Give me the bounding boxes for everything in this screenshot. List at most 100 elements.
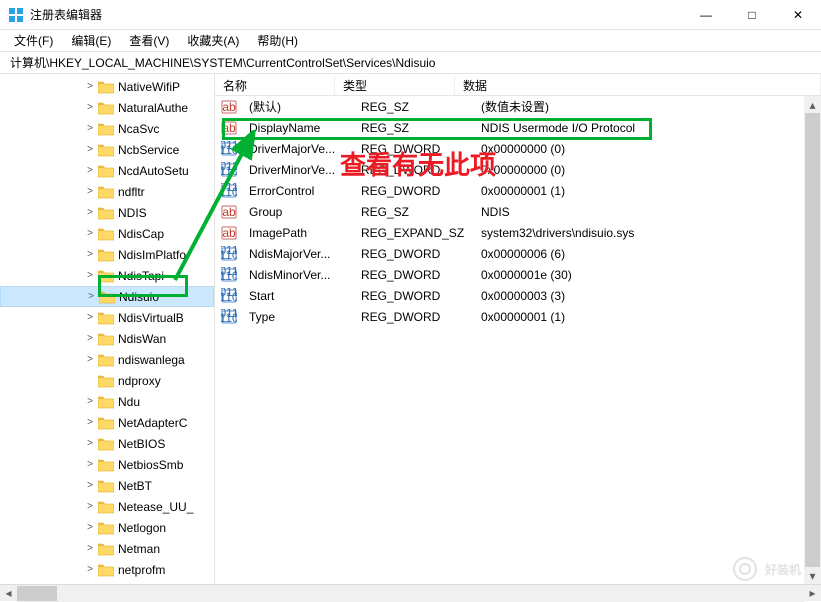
tree-item[interactable]: >Netease_UU_	[0, 496, 214, 517]
tree-item[interactable]: >NetbiosSmb	[0, 454, 214, 475]
tree-item[interactable]: >NetBIOS	[0, 433, 214, 454]
binary-value-icon: 011110	[221, 162, 237, 178]
vertical-scrollbar[interactable]: ▴ ▾	[804, 96, 821, 584]
tree-item[interactable]: >Ndisuio	[0, 286, 214, 307]
folder-icon	[98, 416, 114, 430]
string-value-icon: ab	[221, 225, 237, 241]
menubar: 文件(F) 编辑(E) 查看(V) 收藏夹(A) 帮助(H)	[0, 30, 821, 52]
expand-icon[interactable]: >	[84, 312, 96, 323]
value-row[interactable]: abDisplayNameREG_SZNDIS Usermode I/O Pro…	[215, 117, 821, 138]
value-row[interactable]: ab(默认)REG_SZ(数值未设置)	[215, 96, 821, 117]
tree-item[interactable]: > netprofm	[0, 559, 214, 580]
value-row[interactable]: abGroupREG_SZNDIS	[215, 201, 821, 222]
address-bar[interactable]: 计算机\HKEY_LOCAL_MACHINE\SYSTEM\CurrentCon…	[0, 52, 821, 74]
value-data: (数值未设置)	[473, 98, 821, 115]
tree-item[interactable]: >NdisTapi	[0, 265, 214, 286]
folder-icon	[98, 500, 114, 514]
tree-item[interactable]: > NdisImPlatfo	[0, 244, 214, 265]
expand-icon[interactable]: >	[84, 270, 96, 281]
tree-item-label: NdisWan	[118, 332, 166, 346]
col-header-name[interactable]: 名称	[215, 74, 335, 95]
maximize-button[interactable]: □	[729, 0, 775, 30]
tree-item[interactable]: >Netlogon	[0, 517, 214, 538]
expand-icon[interactable]: >	[84, 333, 96, 344]
tree-item[interactable]: > NaturalAuthe	[0, 97, 214, 118]
expand-icon[interactable]: >	[84, 81, 96, 92]
tree-item[interactable]: >Netman	[0, 538, 214, 559]
minimize-button[interactable]: —	[683, 0, 729, 30]
tree-item[interactable]: >NcaSvc	[0, 118, 214, 139]
expand-icon[interactable]: >	[84, 522, 96, 533]
expand-icon[interactable]: >	[84, 480, 96, 491]
tree-item[interactable]: > NdisWan	[0, 328, 214, 349]
value-row[interactable]: 011110TypeREG_DWORD0x00000001 (1)	[215, 306, 821, 327]
menu-favorites[interactable]: 收藏夹(A)	[179, 30, 247, 51]
scroll-down-icon[interactable]: ▾	[804, 567, 821, 584]
value-row[interactable]: 011110DriverMinorVe...REG_DWORD0x0000000…	[215, 159, 821, 180]
col-header-data[interactable]: 数据	[455, 74, 821, 95]
tree-item[interactable]: > NcbService	[0, 139, 214, 160]
col-header-type[interactable]: 类型	[335, 74, 455, 95]
value-type: REG_DWORD	[353, 142, 473, 156]
expand-icon[interactable]: >	[84, 354, 96, 365]
splitter[interactable]	[210, 74, 214, 584]
value-type: REG_DWORD	[353, 289, 473, 303]
menu-file[interactable]: 文件(F)	[6, 30, 61, 51]
expand-icon[interactable]: >	[84, 564, 96, 575]
expand-icon[interactable]: >	[84, 144, 96, 155]
expand-icon[interactable]: >	[84, 543, 96, 554]
expand-icon[interactable]: >	[85, 291, 97, 302]
expand-icon[interactable]: >	[84, 165, 96, 176]
horizontal-scrollbar[interactable]: ◂ ▸	[0, 584, 821, 601]
menu-view[interactable]: 查看(V)	[121, 30, 177, 51]
menu-help[interactable]: 帮助(H)	[249, 30, 306, 51]
expand-icon[interactable]: >	[84, 501, 96, 512]
folder-icon	[98, 122, 114, 136]
scroll-left-icon[interactable]: ◂	[0, 585, 17, 602]
tree-item-label: NaturalAuthe	[118, 101, 188, 115]
tree-item[interactable]: >ndfltr	[0, 181, 214, 202]
tree-item[interactable]: >NdisVirtualB	[0, 307, 214, 328]
value-row[interactable]: 011110NdisMajorVer...REG_DWORD0x00000006…	[215, 243, 821, 264]
tree-item[interactable]: >NetAdapterC	[0, 412, 214, 433]
scroll-right-icon[interactable]: ▸	[804, 585, 821, 602]
svg-text:110: 110	[221, 269, 237, 283]
menu-edit[interactable]: 编辑(E)	[63, 30, 119, 51]
expand-icon[interactable]: >	[84, 438, 96, 449]
tree-item[interactable]: >Ndu	[0, 391, 214, 412]
tree-item-label: NcbService	[118, 143, 179, 157]
close-button[interactable]: ✕	[775, 0, 821, 30]
scroll-up-icon[interactable]: ▴	[804, 96, 821, 113]
value-row[interactable]: abImagePathREG_EXPAND_SZsystem32\drivers…	[215, 222, 821, 243]
tree-item-label: NdisImPlatfo	[118, 248, 186, 262]
value-row[interactable]: 011110NdisMinorVer...REG_DWORD0x0000001e…	[215, 264, 821, 285]
value-name: DisplayName	[241, 121, 353, 135]
tree-item[interactable]: >NcdAutoSetu	[0, 160, 214, 181]
tree-item-label: netprofm	[118, 563, 165, 577]
expand-icon[interactable]: >	[84, 123, 96, 134]
value-row[interactable]: 011110ErrorControlREG_DWORD0x00000001 (1…	[215, 180, 821, 201]
tree-item[interactable]: >NetBT	[0, 475, 214, 496]
expand-icon[interactable]: >	[84, 102, 96, 113]
value-name: DriverMajorVe...	[241, 142, 353, 156]
expand-icon[interactable]: >	[84, 207, 96, 218]
tree-item[interactable]: >NdisCap	[0, 223, 214, 244]
value-data: system32\drivers\ndisuio.sys	[473, 226, 821, 240]
tree-item[interactable]: >NDIS	[0, 202, 214, 223]
expand-icon[interactable]: >	[84, 228, 96, 239]
svg-text:110: 110	[221, 164, 237, 178]
tree-item[interactable]: >ndiswanlega	[0, 349, 214, 370]
value-type: REG_SZ	[353, 100, 473, 114]
expand-icon[interactable]: >	[84, 186, 96, 197]
tree-item[interactable]: >NativeWifiP	[0, 76, 214, 97]
value-name: ImagePath	[241, 226, 353, 240]
expand-icon[interactable]: >	[84, 417, 96, 428]
expand-icon[interactable]: >	[84, 459, 96, 470]
expand-icon[interactable]: >	[84, 249, 96, 260]
tree-item[interactable]: ndproxy	[0, 370, 214, 391]
value-row[interactable]: 011110DriverMajorVe...REG_DWORD0x0000000…	[215, 138, 821, 159]
expand-icon[interactable]: >	[84, 396, 96, 407]
value-row[interactable]: 011110StartREG_DWORD0x00000003 (3)	[215, 285, 821, 306]
string-value-icon: ab	[221, 204, 237, 220]
folder-icon	[98, 164, 114, 178]
